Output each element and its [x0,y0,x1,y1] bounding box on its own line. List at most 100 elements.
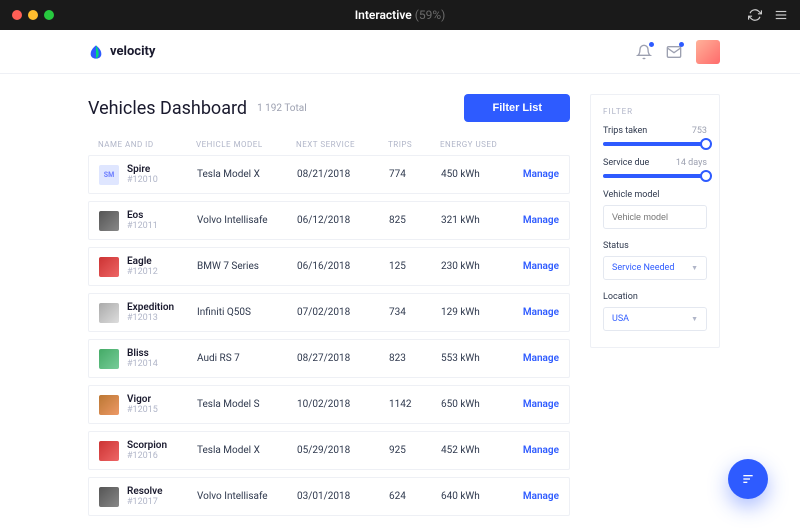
vehicle-name: Resolve [127,486,197,497]
top-nav: velocity [0,30,800,74]
slider-knob[interactable] [700,138,712,150]
vehicle-name: Scorpion [127,440,197,451]
cell-energy: 450 kWh [441,169,511,180]
page-subtotal: 1 192 Total [257,103,307,114]
cell-energy: 553 kWh [441,353,511,364]
minimize-window-button[interactable] [28,10,38,20]
filter-panel: FILTER Trips taken 753 Service due 14 da… [590,94,720,348]
window-title: Interactive (59%) [355,8,446,22]
vehicle-id: #12010 [127,175,197,185]
cell-model: Tesla Model X [197,445,297,456]
vehicle-id: #12016 [127,451,197,461]
filter-trips-label: Trips taken [603,126,647,136]
col-model: VEHICLE MODEL [196,140,296,149]
vehicle-id: #12012 [127,267,197,277]
cell-service: 05/29/2018 [297,445,389,456]
table-row[interactable]: Eos#12011Volvo Intellisafe06/12/20188253… [88,201,570,240]
status-select[interactable]: Service Needed ▼ [603,256,707,280]
table-row[interactable]: Bliss#12014Audi RS 708/27/2018823553 kWh… [88,339,570,378]
manage-link[interactable]: Manage [511,169,559,180]
brand-logo[interactable]: velocity [88,44,155,60]
manage-link[interactable]: Manage [511,353,559,364]
sort-icon [740,471,756,487]
vehicle-thumbnail [99,487,119,507]
col-name: NAME AND ID [98,140,196,149]
avatar[interactable] [696,40,720,64]
cell-energy: 650 kWh [441,399,511,410]
cell-trips: 823 [389,353,441,364]
traffic-lights [12,10,54,20]
cell-trips: 774 [389,169,441,180]
cell-service: 03/01/2018 [297,491,389,502]
vehicle-name: Vigor [127,394,197,405]
manage-link[interactable]: Manage [511,307,559,318]
service-slider[interactable] [603,174,707,178]
table-header: NAME AND ID VEHICLE MODEL NEXT SERVICE T… [88,134,570,155]
cell-service: 08/21/2018 [297,169,389,180]
vehicle-thumbnail: SM [99,165,119,185]
window-titlebar: Interactive (59%) [0,0,800,30]
cell-model: Audi RS 7 [197,353,297,364]
vehicle-model-input[interactable] [603,205,707,229]
vehicle-name: Expedition [127,302,197,313]
close-window-button[interactable] [12,10,22,20]
filter-trips-value: 753 [692,126,707,136]
table-row[interactable]: Scorpion#12016Tesla Model X05/29/2018925… [88,431,570,470]
filter-status-label: Status [603,241,707,251]
table-row[interactable]: Vigor#12015Tesla Model S10/02/2018114265… [88,385,570,424]
col-action [510,140,560,149]
status-select-value: Service Needed [612,263,674,273]
table-row[interactable]: Expedition#12013Infiniti Q50S07/02/20187… [88,293,570,332]
filter-service-label: Service due [603,158,649,168]
vehicle-thumbnail [99,441,119,461]
cell-trips: 825 [389,215,441,226]
manage-link[interactable]: Manage [511,445,559,456]
manage-link[interactable]: Manage [511,399,559,410]
manage-link[interactable]: Manage [511,261,559,272]
trips-slider[interactable] [603,142,707,146]
messages-button[interactable] [666,44,682,60]
chevron-down-icon: ▼ [691,315,698,323]
filter-list-button[interactable]: Filter List [464,94,570,122]
filter-model-label: Vehicle model [603,190,707,200]
reload-icon[interactable] [748,8,762,22]
cell-model: Volvo Intellisafe [197,491,297,502]
cell-model: Infiniti Q50S [197,307,297,318]
cell-service: 06/12/2018 [297,215,389,226]
cell-service: 06/16/2018 [297,261,389,272]
location-select[interactable]: USA ▼ [603,307,707,331]
table-row[interactable]: Eagle#12012BMW 7 Series06/16/2018125230 … [88,247,570,286]
notification-dot [649,42,654,47]
cell-trips: 734 [389,307,441,318]
table-body: SM Spire#12010 Tesla Model X 08/21/20187744… [88,155,570,516]
main-content: Vehicles Dashboard 1 192 Total Filter Li… [88,94,570,516]
chevron-down-icon: ▼ [691,264,698,272]
slider-knob[interactable] [700,170,712,182]
manage-link[interactable]: Manage [511,491,559,502]
cell-model: Volvo Intellisafe [197,215,297,226]
cell-energy: 129 kWh [441,307,511,318]
vehicle-name: Spire [127,164,197,175]
cell-trips: 1142 [389,399,441,410]
menu-icon[interactable] [774,8,788,22]
cell-service: 08/27/2018 [297,353,389,364]
col-energy: ENERGY USED [440,140,510,149]
messages-dot [679,42,684,47]
location-select-value: USA [612,314,629,324]
col-trips: TRIPS [388,140,440,149]
table-row[interactable]: SMSpire#12010Tesla Model X08/21/20187744… [88,155,570,194]
filter-location-label: Location [603,292,707,302]
window-title-text: Interactive [355,8,412,22]
cell-model: Tesla Model S [197,399,297,410]
vehicle-thumbnail [99,303,119,323]
table-row[interactable]: Resolve#12017Volvo Intellisafe03/01/2018… [88,477,570,516]
maximize-window-button[interactable] [44,10,54,20]
notifications-button[interactable] [636,44,652,60]
vehicle-name: Eos [127,210,197,221]
cell-trips: 125 [389,261,441,272]
fab-button[interactable] [728,459,768,499]
cell-energy: 230 kWh [441,261,511,272]
manage-link[interactable]: Manage [511,215,559,226]
vehicle-thumbnail [99,257,119,277]
page-title: Vehicles Dashboard [88,98,247,119]
